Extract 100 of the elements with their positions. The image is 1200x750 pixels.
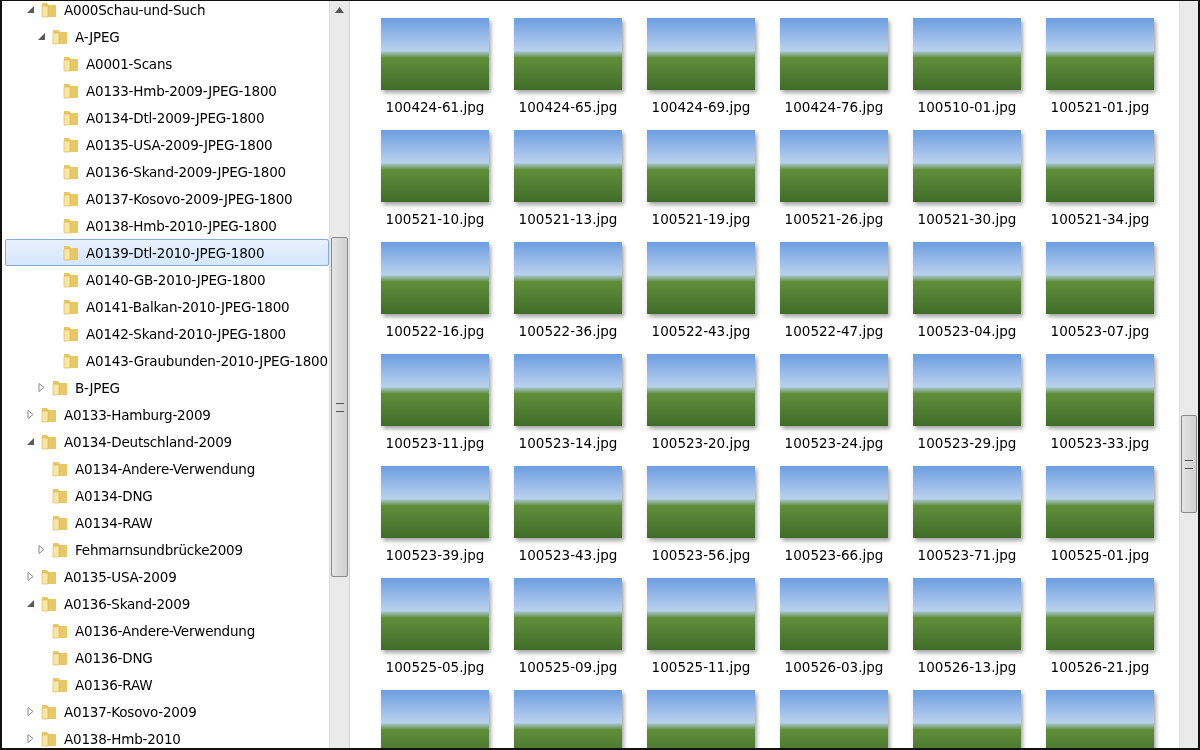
photo-placeholder[interactable] xyxy=(514,690,622,748)
photo-placeholder[interactable] xyxy=(381,242,489,314)
file-name[interactable]: 100522-43.jpg xyxy=(647,323,755,339)
folder-tree-item[interactable]: A0134-DNG xyxy=(5,482,329,509)
file-name[interactable]: 100521-13.jpg xyxy=(514,211,622,227)
scrollbar-thumb[interactable] xyxy=(331,237,348,577)
folder-tree-item[interactable]: Fehmarnsundbrücke2009 xyxy=(5,536,329,563)
photo-placeholder[interactable] xyxy=(381,578,489,650)
file-name[interactable]: 100521-01.jpg xyxy=(1046,99,1154,115)
photo-placeholder[interactable] xyxy=(647,578,755,650)
collapsed-arrow-icon[interactable] xyxy=(26,707,35,716)
file-name[interactable]: 100523-39.jpg xyxy=(381,547,489,563)
photo-placeholder[interactable] xyxy=(780,18,888,90)
folder-tree-item[interactable]: A0143-Graubunden-2010-JPEG-1800 xyxy=(5,347,329,374)
folder-tree-item[interactable]: A0134-Andere-Verwendung xyxy=(5,455,329,482)
photo-placeholder[interactable] xyxy=(913,578,1021,650)
photo-placeholder[interactable] xyxy=(381,466,489,538)
folder-tree-item[interactable]: A0140-GB-2010-JPEG-1800 xyxy=(5,266,329,293)
photo-placeholder[interactable] xyxy=(647,466,755,538)
file-name[interactable]: 100521-10.jpg xyxy=(381,211,489,227)
file-name[interactable]: 100523-07.jpg xyxy=(1046,323,1154,339)
photo-placeholder[interactable] xyxy=(913,354,1021,426)
folder-tree-item[interactable]: A0138-Hmb-2010 xyxy=(5,725,329,748)
photo-placeholder[interactable] xyxy=(913,466,1021,538)
expanded-arrow-icon[interactable] xyxy=(26,5,35,14)
expanded-arrow-icon[interactable] xyxy=(26,599,35,608)
file-name[interactable]: 100424-76.jpg xyxy=(780,99,888,115)
folder-tree-item[interactable]: A0138-Hmb-2010-JPEG-1800 xyxy=(5,212,329,239)
file-name[interactable]: 100525-05.jpg xyxy=(381,659,489,675)
folder-tree-item[interactable]: A-JPEG xyxy=(5,23,329,50)
file-name[interactable]: 100526-21.jpg xyxy=(1046,659,1154,675)
photo-placeholder[interactable] xyxy=(647,242,755,314)
file-name[interactable]: 100523-56.jpg xyxy=(647,547,755,563)
file-name[interactable]: 100526-03.jpg xyxy=(780,659,888,675)
file-name[interactable]: 100525-01.jpg xyxy=(1046,547,1154,563)
photo-placeholder[interactable] xyxy=(514,354,622,426)
photo-placeholder[interactable] xyxy=(381,354,489,426)
file-name[interactable]: 100523-20.jpg xyxy=(647,435,755,451)
photo-placeholder[interactable] xyxy=(780,130,888,202)
photo-placeholder[interactable] xyxy=(913,690,1021,748)
photo-placeholder[interactable] xyxy=(780,690,888,748)
folder-tree-item[interactable]: B-JPEG xyxy=(5,374,329,401)
photo-placeholder[interactable] xyxy=(780,242,888,314)
expanded-arrow-icon[interactable] xyxy=(26,437,35,446)
folder-tree-item[interactable]: A000Schau-und-Such xyxy=(5,1,329,23)
folder-tree-item[interactable]: A0136-RAW xyxy=(5,671,329,698)
file-name[interactable]: 100523-14.jpg xyxy=(514,435,622,451)
collapsed-arrow-icon[interactable] xyxy=(26,734,35,743)
folder-tree-item[interactable]: A0142-Skand-2010-JPEG-1800 xyxy=(5,320,329,347)
folder-tree-item[interactable]: A0139-Dtl-2010-JPEG-1800 xyxy=(5,239,329,266)
file-name[interactable]: 100521-26.jpg xyxy=(780,211,888,227)
file-name[interactable]: 100523-24.jpg xyxy=(780,435,888,451)
folder-tree-item[interactable]: A0136-Skand-2009 xyxy=(5,590,329,617)
file-name[interactable]: 100424-65.jpg xyxy=(514,99,622,115)
photo-placeholder[interactable] xyxy=(381,690,489,748)
file-name[interactable]: 100525-11.jpg xyxy=(647,659,755,675)
photo-placeholder[interactable] xyxy=(780,578,888,650)
file-name[interactable]: 100521-19.jpg xyxy=(647,211,755,227)
photo-placeholder[interactable] xyxy=(913,18,1021,90)
folder-tree-item[interactable]: A0136-DNG xyxy=(5,644,329,671)
file-name[interactable]: 100522-47.jpg xyxy=(780,323,888,339)
photo-placeholder[interactable] xyxy=(647,354,755,426)
scroll-up-icon[interactable] xyxy=(335,7,344,13)
folder-tree-item[interactable]: A0137-Kosovo-2009 xyxy=(5,698,329,725)
scrollbar[interactable] xyxy=(329,1,349,748)
photo-placeholder[interactable] xyxy=(514,466,622,538)
photo-placeholder[interactable] xyxy=(1046,354,1154,426)
photo-placeholder[interactable] xyxy=(514,578,622,650)
photo-placeholder[interactable] xyxy=(514,18,622,90)
scrollbar[interactable] xyxy=(1179,1,1198,748)
file-name[interactable]: 100424-69.jpg xyxy=(647,99,755,115)
photo-placeholder[interactable] xyxy=(1046,578,1154,650)
expanded-arrow-icon[interactable] xyxy=(37,32,46,41)
file-name[interactable]: 100424-61.jpg xyxy=(381,99,489,115)
file-name[interactable]: 100510-01.jpg xyxy=(913,99,1021,115)
file-name[interactable]: 100523-11.jpg xyxy=(381,435,489,451)
collapsed-arrow-icon[interactable] xyxy=(26,410,35,419)
photo-placeholder[interactable] xyxy=(381,130,489,202)
folder-tree-item[interactable]: A0136-Andere-Verwendung xyxy=(5,617,329,644)
photo-placeholder[interactable] xyxy=(913,242,1021,314)
folder-tree-item[interactable]: A0141-Balkan-2010-JPEG-1800 xyxy=(5,293,329,320)
photo-placeholder[interactable] xyxy=(647,18,755,90)
file-name[interactable]: 100525-09.jpg xyxy=(514,659,622,675)
folder-tree-item[interactable]: A0137-Kosovo-2009-JPEG-1800 xyxy=(5,185,329,212)
folder-tree-item[interactable]: A0133-Hamburg-2009 xyxy=(5,401,329,428)
file-name[interactable]: 100523-71.jpg xyxy=(913,547,1021,563)
collapsed-arrow-icon[interactable] xyxy=(37,383,46,392)
folder-tree-item[interactable]: A0135-USA-2009 xyxy=(5,563,329,590)
collapsed-arrow-icon[interactable] xyxy=(26,572,35,581)
photo-placeholder[interactable] xyxy=(1046,690,1154,748)
folder-tree-item[interactable]: A0135-USA-2009-JPEG-1800 xyxy=(5,131,329,158)
file-name[interactable]: 100523-04.jpg xyxy=(913,323,1021,339)
photo-placeholder[interactable] xyxy=(514,242,622,314)
photo-placeholder[interactable] xyxy=(647,130,755,202)
scrollbar-thumb[interactable] xyxy=(1181,415,1197,513)
folder-tree-item[interactable]: A0001-Scans xyxy=(5,50,329,77)
folder-tree-item[interactable]: A0134-Deutschland-2009 xyxy=(5,428,329,455)
file-name[interactable]: 100523-29.jpg xyxy=(913,435,1021,451)
file-name[interactable]: 100522-36.jpg xyxy=(514,323,622,339)
collapsed-arrow-icon[interactable] xyxy=(37,545,46,554)
